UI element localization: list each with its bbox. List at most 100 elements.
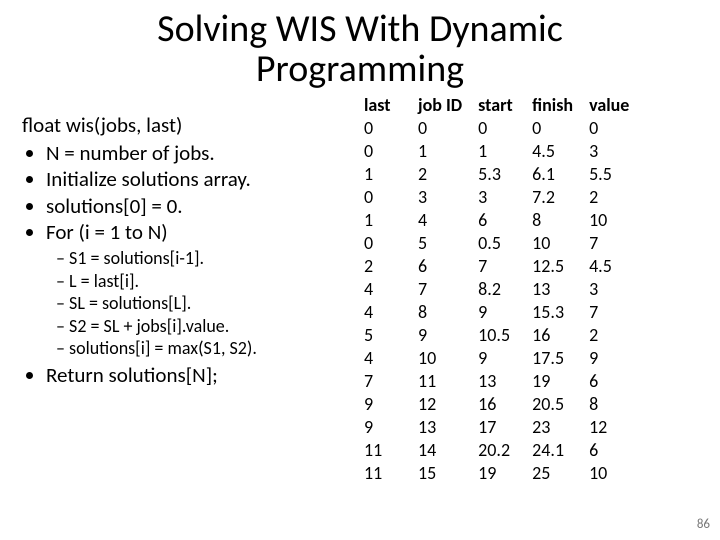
- table-cell: 19: [526, 370, 583, 393]
- table-cell: 0: [358, 117, 412, 140]
- table-cell: 12.5: [526, 255, 583, 278]
- table-cell: 3: [412, 186, 472, 209]
- col-start: start: [472, 94, 526, 117]
- table-cell: 6: [583, 370, 639, 393]
- table-header-row: last job ID start finish value: [358, 94, 639, 117]
- table-cell: 1: [358, 209, 412, 232]
- table-cell: 4: [358, 278, 412, 301]
- table-cell: 17: [472, 416, 526, 439]
- table-cell: 24.1: [526, 439, 583, 462]
- slide-title: Solving WIS With Dynamic Programming: [0, 0, 720, 94]
- table-cell: 9: [358, 416, 412, 439]
- table-body: 000000114.53125.36.15.50337.22146810050.…: [358, 117, 639, 486]
- table-row: 146810: [358, 209, 639, 232]
- table-cell: 4.5: [583, 255, 639, 278]
- page-number: 86: [697, 517, 710, 532]
- table-cell: 19: [472, 462, 526, 485]
- table-row: 0337.22: [358, 186, 639, 209]
- table-cell: 0: [412, 117, 472, 140]
- table-row: 913172312: [358, 416, 639, 439]
- table-cell: 4.5: [526, 140, 583, 163]
- table-cell: 0: [358, 186, 412, 209]
- pseudocode-column: float wis(jobs, last) N = number of jobs…: [22, 94, 352, 486]
- table-cell: 9: [583, 347, 639, 370]
- table-cell: 7: [412, 278, 472, 301]
- table-cell: 1: [472, 140, 526, 163]
- table-cell: 0: [583, 117, 639, 140]
- table-cell: 3: [583, 278, 639, 301]
- table-row: 48915.37: [358, 301, 639, 324]
- inner-step: S1 = solutions[i-1].: [56, 247, 352, 270]
- table-cell: 16: [472, 393, 526, 416]
- table-cell: 17.5: [526, 347, 583, 370]
- table-row: 9121620.58: [358, 393, 639, 416]
- table-cell: 1: [412, 140, 472, 163]
- table-cell: 20.2: [472, 439, 526, 462]
- table-cell: 6: [583, 439, 639, 462]
- table-row: 71113196: [358, 370, 639, 393]
- table-cell: 1: [358, 163, 412, 186]
- table-cell: 15.3: [526, 301, 583, 324]
- table-cell: 7: [583, 232, 639, 255]
- inner-step: L = last[i].: [56, 270, 352, 293]
- table-cell: 3: [583, 140, 639, 163]
- table-cell: 25: [526, 462, 583, 485]
- table-cell: 4: [412, 209, 472, 232]
- table-cell: 5.5: [583, 163, 639, 186]
- slide-body: float wis(jobs, last) N = number of jobs…: [0, 94, 720, 486]
- table-row: 00000: [358, 117, 639, 140]
- inner-step: S2 = SL + jobs[i].value.: [56, 315, 352, 338]
- function-signature: float wis(jobs, last): [22, 112, 352, 138]
- inner-step: solutions[i] = max(S1, S2).: [56, 337, 352, 360]
- table-cell: 7: [472, 255, 526, 278]
- table-cell: 13: [412, 416, 472, 439]
- table-cell: 7: [358, 370, 412, 393]
- table-row: 050.5107: [358, 232, 639, 255]
- table-cell: 9: [358, 393, 412, 416]
- col-last: last: [358, 94, 412, 117]
- col-jobid: job ID: [412, 94, 472, 117]
- table-cell: 14: [412, 439, 472, 462]
- table-cell: 0: [526, 117, 583, 140]
- table-cell: 6: [412, 255, 472, 278]
- table-row: 111420.224.16: [358, 439, 639, 462]
- table-cell: 12: [412, 393, 472, 416]
- table-cell: 10: [412, 347, 472, 370]
- col-value: value: [583, 94, 639, 117]
- step: Initialize solutions array.: [46, 166, 352, 192]
- table-cell: 9: [472, 301, 526, 324]
- table-cell: 0: [358, 232, 412, 255]
- table-cell: 7: [583, 301, 639, 324]
- table-cell: 0.5: [472, 232, 526, 255]
- table-cell: 5: [358, 324, 412, 347]
- table-row: 410917.59: [358, 347, 639, 370]
- step: solutions[0] = 0.: [46, 193, 352, 219]
- table-row: 5910.5162: [358, 324, 639, 347]
- table-row: 478.2133: [358, 278, 639, 301]
- outer-steps-list: N = number of jobs. Initialize solutions…: [22, 140, 352, 245]
- return-list: Return solutions[N];: [22, 362, 352, 388]
- inner-steps-list: S1 = solutions[i-1]. L = last[i]. SL = s…: [22, 247, 352, 360]
- table-cell: 5: [412, 232, 472, 255]
- table-cell: 2: [583, 186, 639, 209]
- table-cell: 2: [583, 324, 639, 347]
- table-cell: 10: [526, 232, 583, 255]
- table-row: 1115192510: [358, 462, 639, 485]
- table-row: 0114.53: [358, 140, 639, 163]
- table-cell: 4: [358, 301, 412, 324]
- table-cell: 11: [358, 462, 412, 485]
- title-line-2: Programming: [256, 46, 464, 92]
- table-cell: 11: [358, 439, 412, 462]
- jobs-table: last job ID start finish value 000000114…: [358, 94, 639, 486]
- table-cell: 9: [412, 324, 472, 347]
- table-cell: 5.3: [472, 163, 526, 186]
- table-cell: 8.2: [472, 278, 526, 301]
- table-cell: 0: [472, 117, 526, 140]
- table-cell: 2: [412, 163, 472, 186]
- table-cell: 10: [583, 209, 639, 232]
- table-cell: 0: [358, 140, 412, 163]
- table-cell: 13: [526, 278, 583, 301]
- inner-step: SL = solutions[L].: [56, 292, 352, 315]
- table-cell: 12: [583, 416, 639, 439]
- step: N = number of jobs.: [46, 140, 352, 166]
